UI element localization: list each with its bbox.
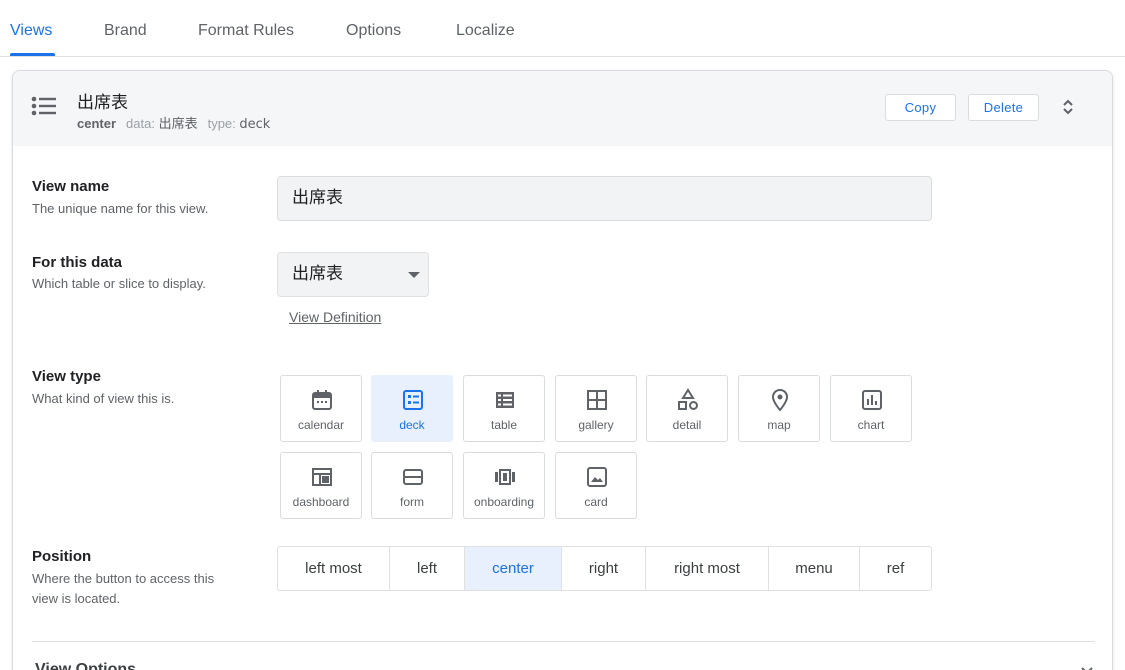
- view-type-chart[interactable]: chart: [830, 375, 912, 442]
- tab-bar: Views Brand Format Rules Options Localiz…: [0, 0, 1125, 57]
- tile-label: deck: [399, 418, 425, 432]
- data-source-value: 出席表: [292, 264, 343, 284]
- view-type-table[interactable]: table: [463, 375, 545, 442]
- view-definition-link[interactable]: View Definition: [289, 309, 381, 325]
- tile-label: map: [767, 418, 791, 432]
- bar-chart-icon: [862, 390, 882, 410]
- dashboard-icon: [312, 468, 332, 486]
- view-summary: center data: 出席表 type: deck: [77, 113, 270, 132]
- tab-localize[interactable]: Localize: [456, 22, 515, 40]
- form-icon: [403, 469, 423, 485]
- tile-label: card: [584, 495, 608, 509]
- table-icon: [496, 392, 514, 408]
- gallery-icon: [587, 390, 607, 410]
- view-type-deck[interactable]: deck: [371, 375, 453, 442]
- summary-type-value: deck: [239, 117, 271, 132]
- view-type-dashboard[interactable]: dashboard: [280, 452, 362, 519]
- position-description-line1: Where the button to access this: [32, 571, 215, 586]
- tile-label: detail: [672, 418, 702, 432]
- for-this-data-description: Which table or slice to display.: [32, 276, 206, 291]
- view-type-form[interactable]: form: [371, 452, 453, 519]
- carousel-icon: [495, 469, 515, 485]
- summary-data-value: 出席表: [158, 117, 198, 132]
- summary-position: center: [77, 116, 117, 131]
- position-right-most[interactable]: right most: [645, 546, 769, 591]
- view-type-calendar[interactable]: calendar: [280, 375, 362, 442]
- tile-label: chart: [857, 418, 885, 432]
- list-icon: [31, 96, 56, 116]
- summary-type-label: type:: [207, 116, 236, 131]
- calendar-icon: [312, 390, 332, 410]
- section-divider: [32, 641, 1095, 642]
- position-right[interactable]: right: [561, 546, 646, 591]
- position-description-line2: view is located.: [32, 591, 121, 606]
- view-name-input[interactable]: 出席表: [277, 176, 932, 221]
- view-title: 出席表: [77, 93, 128, 113]
- tab-format-rules[interactable]: Format Rules: [198, 22, 294, 40]
- for-this-data-label: For this data: [32, 254, 123, 271]
- tab-brand[interactable]: Brand: [104, 22, 147, 40]
- view-options-heading[interactable]: View Options: [35, 661, 136, 670]
- image-card-icon: [587, 467, 607, 487]
- detail-shapes-icon: [678, 388, 698, 410]
- view-type-card[interactable]: card: [555, 452, 637, 519]
- tab-views[interactable]: Views: [10, 22, 52, 40]
- unfold-icon[interactable]: [1061, 97, 1075, 117]
- view-name-description: The unique name for this view.: [32, 201, 209, 216]
- view-card-header[interactable]: 出席表 center data: 出席表 type: deck Copy Delet…: [13, 71, 1112, 146]
- view-type-detail[interactable]: detail: [646, 375, 728, 442]
- copy-button[interactable]: Copy: [885, 94, 956, 121]
- deck-icon: [403, 390, 423, 410]
- view-card: 出席表 center data: 出席表 type: deck Copy Delet…: [12, 70, 1113, 670]
- map-pin-icon: [771, 388, 789, 412]
- position-center[interactable]: center: [464, 546, 562, 591]
- tile-label: table: [490, 418, 518, 432]
- tile-label: calendar: [297, 418, 345, 432]
- summary-data-label: data:: [126, 116, 155, 131]
- active-tab-indicator: [10, 53, 55, 56]
- view-name-label: View name: [32, 178, 110, 195]
- dropdown-caret-icon: [408, 272, 420, 278]
- tile-label: dashboard: [292, 495, 350, 509]
- position-label: Position: [32, 548, 92, 565]
- view-type-map[interactable]: map: [738, 375, 820, 442]
- position-left-most[interactable]: left most: [277, 546, 390, 591]
- position-menu[interactable]: menu: [768, 546, 860, 591]
- data-source-select[interactable]: 出席表: [277, 252, 429, 297]
- tile-label: form: [400, 495, 424, 509]
- tile-label: onboarding: [473, 495, 535, 509]
- position-ref[interactable]: ref: [859, 546, 932, 591]
- view-type-gallery[interactable]: gallery: [555, 375, 637, 442]
- view-type-label: View type: [32, 368, 101, 385]
- position-left[interactable]: left: [389, 546, 465, 591]
- delete-button[interactable]: Delete: [968, 94, 1039, 121]
- tab-options[interactable]: Options: [346, 22, 401, 40]
- view-type-description: What kind of view this is.: [32, 391, 175, 406]
- tile-label: gallery: [578, 418, 614, 432]
- view-type-onboarding[interactable]: onboarding: [463, 452, 545, 519]
